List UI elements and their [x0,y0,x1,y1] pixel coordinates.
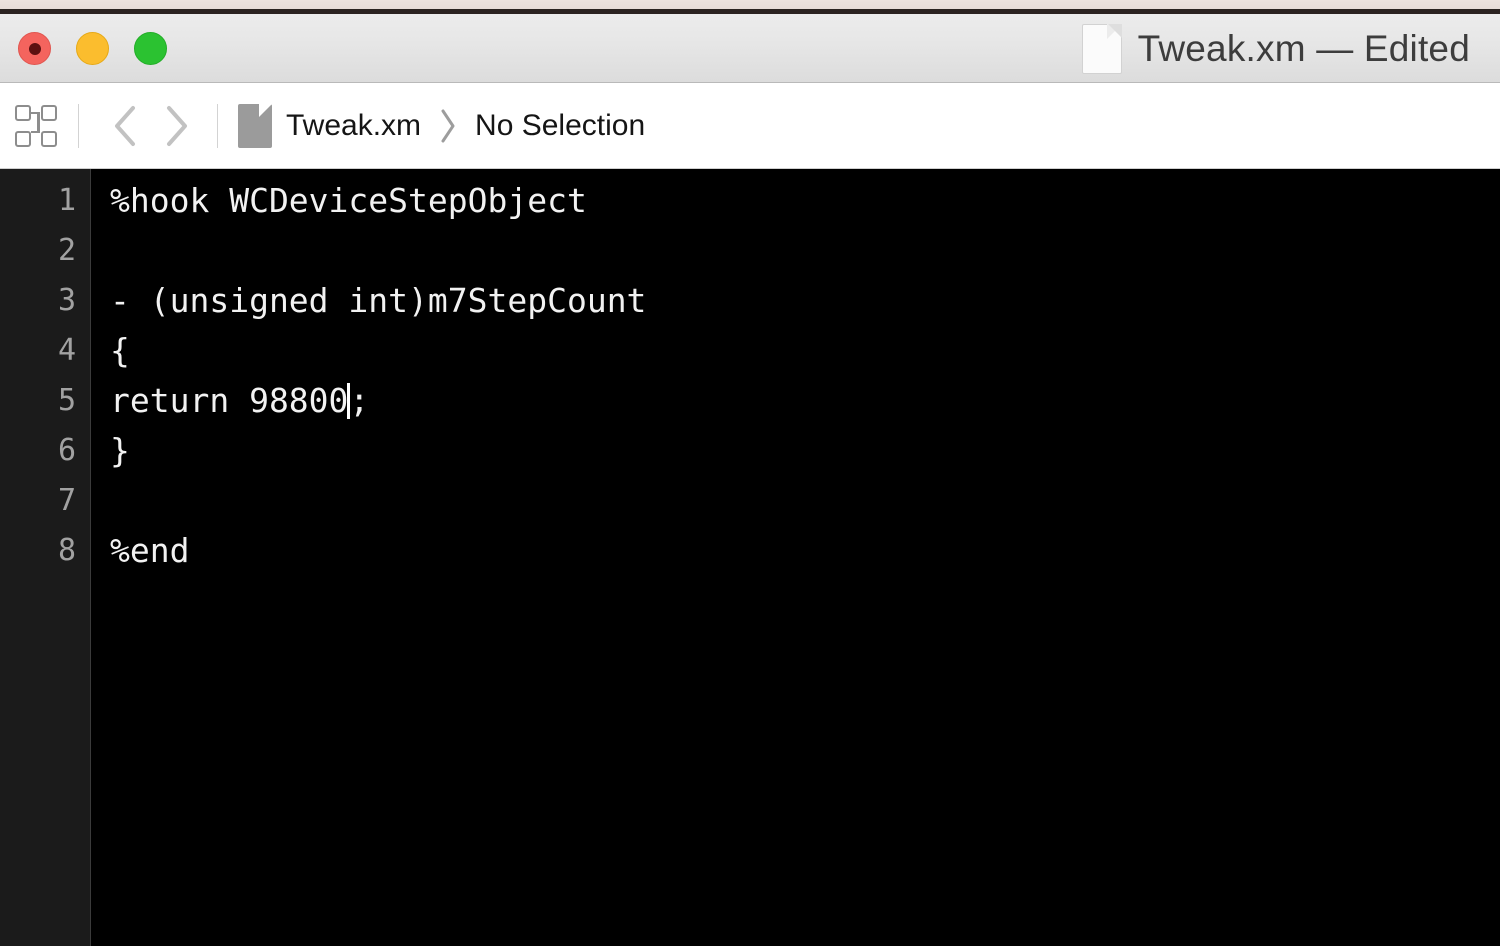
line-number[interactable]: 8 [0,526,90,576]
minimize-button[interactable] [76,32,109,65]
line-number[interactable]: 4 [0,326,90,376]
line-number[interactable]: 1 [0,176,90,226]
code-line[interactable] [92,476,1500,526]
source-editor[interactable]: 1 2 3 4 5 6 7 8 %hook WCDeviceStepObject… [0,169,1500,946]
line-number[interactable]: 7 [0,476,90,526]
breadcrumb-item-selection[interactable]: No Selection [475,109,645,143]
grid-connector-vertical [37,111,40,133]
grid-square-top-right [41,104,57,121]
related-items-grid-icon [15,104,57,147]
code-line-with-caret[interactable]: return 98800; [92,376,1500,426]
grid-connector-bottom [31,130,39,133]
line-number[interactable]: 2 [0,226,90,276]
document-icon[interactable] [1081,23,1122,74]
breadcrumb: Tweak.xm No Selection [238,103,645,148]
line-number[interactable]: 3 [0,276,90,326]
code-area[interactable]: %hook WCDeviceStepObject - (unsigned int… [92,169,1500,946]
code-line[interactable] [92,226,1500,276]
traffic-lights-group [18,32,167,65]
code-line[interactable]: } [92,426,1500,476]
breadcrumb-separator-icon [437,106,459,146]
desktop-background-strip [0,0,1500,9]
line-number-gutter: 1 2 3 4 5 6 7 8 [0,169,91,946]
code-text-after-caret: ; [349,381,370,420]
navigate-back-button[interactable] [99,102,151,150]
close-button[interactable] [18,32,51,65]
jumpbar-divider-1 [78,103,79,148]
grid-square-bottom-left [15,130,31,147]
grid-square-bottom-right [41,130,57,147]
breadcrumb-item-file[interactable]: Tweak.xm [286,109,421,143]
code-line[interactable]: - (unsigned int)m7StepCount [92,276,1500,326]
related-items-button[interactable] [14,104,58,148]
window-title-area: Tweak.xm — Edited [1081,14,1470,83]
window-title: Tweak.xm — Edited [1137,27,1470,69]
code-line[interactable]: { [92,326,1500,376]
editor-jump-bar: Tweak.xm No Selection [0,83,1500,169]
chevron-right-icon [162,102,192,150]
zoom-button[interactable] [134,32,167,65]
window-titlebar[interactable]: Tweak.xm — Edited [0,14,1500,83]
file-icon[interactable] [238,103,272,148]
jumpbar-divider-2 [217,103,218,148]
line-number[interactable]: 5 [0,376,90,426]
line-number-list: 1 2 3 4 5 6 7 8 [0,169,90,576]
code-text-before-caret: return 98800 [110,381,349,420]
xcode-window: Tweak.xm — Edited Tweak.xm No Selection … [0,0,1500,946]
navigate-forward-button[interactable] [151,102,203,150]
chevron-left-icon [110,102,140,150]
grid-square-top-left [15,104,31,121]
line-number[interactable]: 6 [0,426,90,476]
code-line[interactable]: %end [92,526,1500,576]
code-line[interactable]: %hook WCDeviceStepObject [92,176,1500,226]
